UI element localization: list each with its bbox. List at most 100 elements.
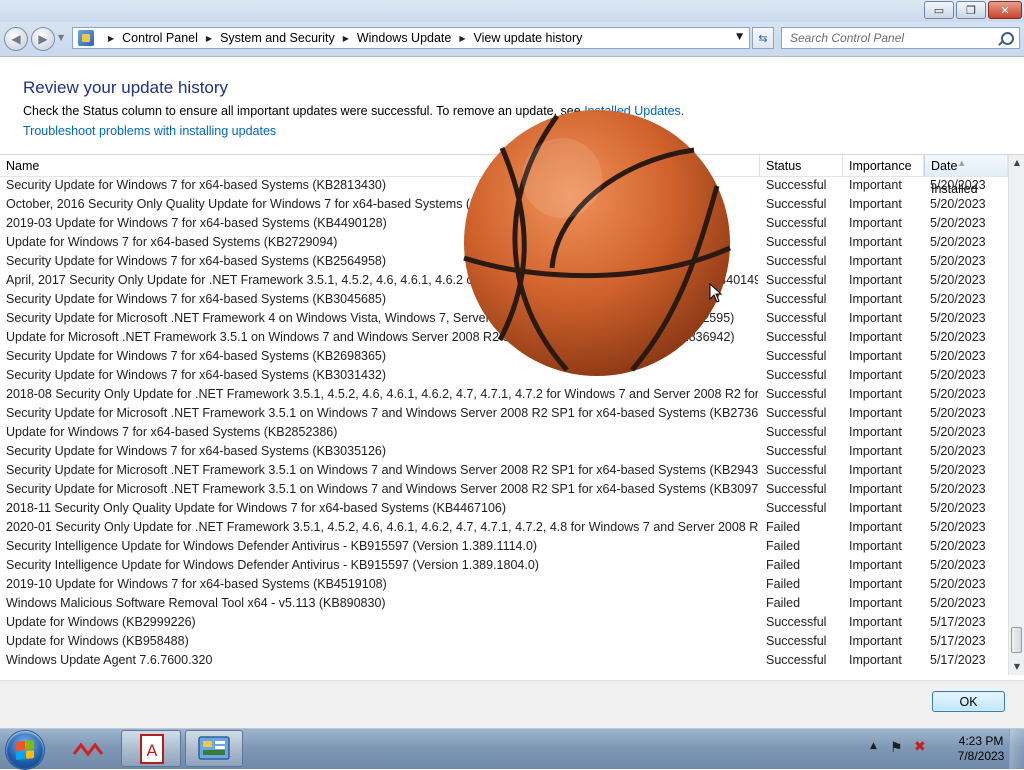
table-row[interactable]: Security Intelligence Update for Windows… bbox=[0, 537, 1008, 556]
show-hidden-icons-arrow[interactable]: ▲ bbox=[870, 741, 877, 751]
importance-cell: Important bbox=[849, 311, 902, 325]
ok-button[interactable]: OK bbox=[932, 691, 1005, 712]
breadcrumb-view-update-history[interactable]: View update history bbox=[474, 31, 583, 45]
scroll-down-arrow[interactable]: ▼ bbox=[1009, 659, 1024, 675]
update-name-cell: Security Update for Windows 7 for x64-ba… bbox=[6, 444, 387, 458]
search-icon[interactable] bbox=[1001, 32, 1014, 45]
status-cell: Successful bbox=[766, 615, 827, 629]
update-name-cell: 2018-11 Security Only Quality Update for… bbox=[6, 501, 507, 515]
close-icon: ✕ bbox=[1000, 3, 1010, 17]
importance-cell: Important bbox=[849, 330, 902, 344]
table-row[interactable]: Security Intelligence Update for Windows… bbox=[0, 556, 1008, 575]
date-installed-cell: 5/20/2023 bbox=[930, 558, 986, 572]
vertical-scrollbar[interactable]: ▲ ▼ bbox=[1008, 155, 1024, 675]
breadcrumb-separator[interactable]: ▶ bbox=[206, 34, 212, 43]
taskbar-control-panel[interactable] bbox=[185, 730, 243, 767]
status-cell: Successful bbox=[766, 349, 827, 363]
address-bar[interactable]: ▶ Control Panel ▶ System and Security ▶ … bbox=[72, 27, 750, 49]
update-name-cell: Security Intelligence Update for Windows… bbox=[6, 539, 538, 553]
update-name-cell: 2018-08 Security Only Update for .NET Fr… bbox=[6, 387, 758, 401]
column-header-date-installed[interactable]: Date Installed ▲ bbox=[924, 155, 1008, 196]
importance-cell: Important bbox=[849, 653, 902, 667]
date-installed-cell: 5/20/2023 bbox=[930, 577, 986, 591]
breadcrumb-separator[interactable]: ▶ bbox=[343, 34, 349, 43]
troubleshoot-link[interactable]: Troubleshoot problems with installing up… bbox=[23, 124, 276, 138]
status-cell: Successful bbox=[766, 425, 827, 439]
search-box[interactable] bbox=[781, 27, 1020, 49]
refresh-button[interactable]: ⇆ bbox=[752, 27, 774, 49]
dialog-footer: OK bbox=[0, 680, 1024, 729]
status-cell: Successful bbox=[766, 406, 827, 420]
table-row[interactable]: Windows Malicious Software Removal Tool … bbox=[0, 594, 1008, 613]
scroll-up-arrow[interactable]: ▲ bbox=[1009, 155, 1024, 171]
table-row[interactable]: 2020-01 Security Only Update for .NET Fr… bbox=[0, 518, 1008, 537]
status-cell: Successful bbox=[766, 235, 827, 249]
importance-cell: Important bbox=[849, 463, 902, 477]
importance-cell: Important bbox=[849, 273, 902, 287]
importance-cell: Important bbox=[849, 425, 902, 439]
date-installed-cell: 5/20/2023 bbox=[930, 368, 986, 382]
importance-cell: Important bbox=[849, 539, 902, 553]
breadcrumb-windows-update[interactable]: Windows Update bbox=[357, 31, 452, 45]
table-row[interactable]: Security Update for Microsoft .NET Frame… bbox=[0, 461, 1008, 480]
app-logo-icon bbox=[72, 742, 104, 757]
importance-cell: Important bbox=[849, 197, 902, 211]
forward-button[interactable]: ▶ bbox=[31, 27, 55, 51]
recent-pages-dropdown[interactable]: ▼ bbox=[58, 33, 64, 42]
status-cell: Successful bbox=[766, 444, 827, 458]
date-installed-cell: 5/20/2023 bbox=[930, 292, 986, 306]
search-input[interactable] bbox=[788, 30, 1002, 46]
table-row[interactable]: Update for Windows (KB958488) Successful I… bbox=[0, 632, 1008, 651]
back-button[interactable]: ◀ bbox=[4, 27, 28, 51]
system-tray: ▲ ⚑ ✖ 4:23 PM 7/8/2023 bbox=[868, 729, 1024, 769]
date-installed-cell: 5/20/2023 bbox=[930, 235, 986, 249]
status-cell: Successful bbox=[766, 330, 827, 344]
date-installed-cell: 5/17/2023 bbox=[930, 615, 986, 629]
notification-flag-icon[interactable]: ⚑ bbox=[890, 740, 903, 756]
clock[interactable]: 4:23 PM 7/8/2023 bbox=[950, 734, 1012, 764]
importance-cell: Important bbox=[849, 596, 902, 610]
maximize-button[interactable]: ❐ bbox=[956, 1, 986, 19]
table-row[interactable]: Security Update for Microsoft .NET Frame… bbox=[0, 480, 1008, 499]
taskbar-app-1[interactable] bbox=[66, 730, 114, 767]
table-row[interactable]: Windows Update Agent 7.6.7600.320 Success… bbox=[0, 651, 1008, 670]
date-installed-cell: 5/20/2023 bbox=[930, 216, 986, 230]
breadcrumb-separator[interactable]: ▶ bbox=[108, 34, 114, 43]
column-header-importance[interactable]: Importance bbox=[843, 155, 924, 176]
column-header-status[interactable]: Status bbox=[760, 155, 843, 176]
clock-date: 7/8/2023 bbox=[957, 749, 1005, 763]
status-cell: Successful bbox=[766, 501, 827, 515]
importance-cell: Important bbox=[849, 235, 902, 249]
speaker-muted-icon[interactable]: ✖ bbox=[914, 739, 926, 755]
table-row[interactable]: Security Update for Microsoft .NET Frame… bbox=[0, 404, 1008, 423]
table-row[interactable]: Update for Windows 7 for x64-based Syste… bbox=[0, 423, 1008, 442]
date-installed-cell: 5/20/2023 bbox=[930, 501, 986, 515]
breadcrumb-system-and-security[interactable]: System and Security bbox=[220, 31, 335, 45]
status-cell: Successful bbox=[766, 178, 827, 192]
breadcrumb-control-panel[interactable]: Control Panel bbox=[122, 31, 198, 45]
close-button[interactable]: ✕ bbox=[988, 1, 1022, 19]
start-button[interactable] bbox=[6, 731, 44, 769]
breadcrumb-separator[interactable]: ▶ bbox=[459, 34, 465, 43]
date-installed-cell: 5/20/2023 bbox=[930, 463, 986, 477]
table-row[interactable]: 2019-10 Update for Windows 7 for x64-bas… bbox=[0, 575, 1008, 594]
table-row[interactable]: Security Update for Windows 7 for x64-ba… bbox=[0, 442, 1008, 461]
address-dropdown-button[interactable]: ▼ bbox=[736, 32, 743, 42]
status-cell: Successful bbox=[766, 216, 827, 230]
forward-arrow-icon: ▶ bbox=[38, 32, 48, 46]
table-row[interactable]: 2018-11 Security Only Quality Update for… bbox=[0, 499, 1008, 518]
minimize-button[interactable]: ▭ bbox=[924, 1, 954, 19]
date-installed-cell: 5/20/2023 bbox=[930, 425, 986, 439]
date-installed-cell: 5/20/2023 bbox=[930, 311, 986, 325]
table-row[interactable]: 2018-08 Security Only Update for .NET Fr… bbox=[0, 385, 1008, 404]
back-arrow-icon: ◀ bbox=[11, 32, 21, 46]
importance-cell: Important bbox=[849, 482, 902, 496]
table-row[interactable]: Update for Windows (KB2999226) Successful… bbox=[0, 613, 1008, 632]
status-cell: Successful bbox=[766, 368, 827, 382]
scroll-thumb[interactable] bbox=[1011, 627, 1022, 653]
show-desktop-button[interactable] bbox=[1009, 729, 1024, 769]
taskbar-app-2[interactable]: A bbox=[121, 730, 181, 767]
update-name-cell: 2020-01 Security Only Update for .NET Fr… bbox=[6, 520, 758, 534]
status-cell: Successful bbox=[766, 482, 827, 496]
page-title: Review your update history bbox=[23, 78, 229, 97]
